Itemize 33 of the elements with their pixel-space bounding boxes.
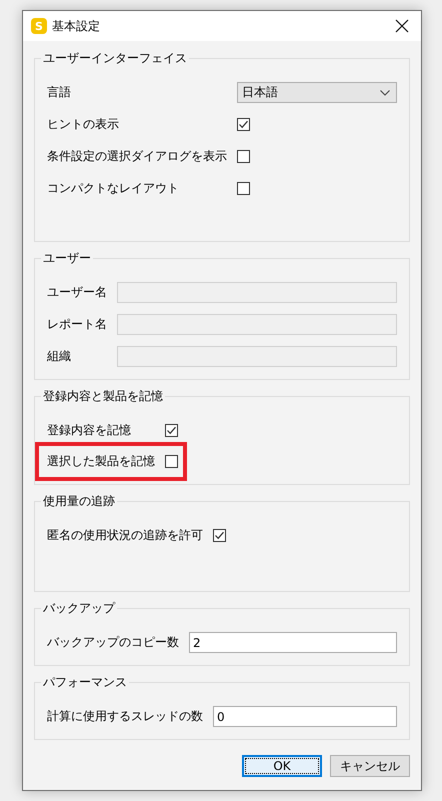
field-label: ヒントの表示 bbox=[47, 116, 120, 133]
group-title: バックアップ bbox=[42, 600, 116, 617]
checkbox[interactable] bbox=[237, 118, 250, 131]
input-field[interactable]: 2 bbox=[189, 632, 397, 653]
checkbox[interactable] bbox=[213, 529, 226, 542]
window-title: 基本設定 bbox=[52, 18, 101, 34]
field-label: ユーザー名 bbox=[47, 284, 107, 301]
checkbox[interactable] bbox=[237, 182, 250, 195]
close-icon[interactable] bbox=[395, 19, 409, 33]
field-label: バックアップのコピー数 bbox=[47, 634, 179, 651]
field-label: 登録内容を記憶 bbox=[47, 422, 132, 439]
checkbox[interactable] bbox=[165, 424, 178, 437]
field-label: 計算に使用するスレッドの数 bbox=[47, 708, 203, 725]
field-label: 組織 bbox=[47, 348, 72, 365]
field-label: 言語 bbox=[47, 84, 72, 101]
field-label: 匿名の使用状況の追跡を許可 bbox=[47, 527, 203, 544]
app-icon: S bbox=[31, 18, 47, 34]
dialog-button[interactable]: OK bbox=[242, 755, 322, 777]
group-title: ユーザーインターフェイス bbox=[42, 50, 188, 67]
checkbox[interactable] bbox=[237, 150, 250, 163]
field-label: 条件設定の選択ダイアログを表示 bbox=[47, 148, 227, 165]
checkbox[interactable] bbox=[165, 455, 178, 468]
field-label: レポート名 bbox=[47, 316, 107, 333]
group-title: パフォーマンス bbox=[42, 674, 128, 691]
language-dropdown[interactable]: 日本語 bbox=[237, 82, 397, 103]
dialog-button[interactable]: キャンセル bbox=[330, 755, 410, 777]
field-label: コンパクトなレイアウト bbox=[47, 180, 180, 197]
group-title: ユーザー bbox=[42, 250, 92, 267]
input-field[interactable]: 0 bbox=[213, 706, 397, 727]
group-title: 登録内容と製品を記憶 bbox=[42, 388, 164, 405]
group-title: 使用量の追跡 bbox=[42, 493, 116, 510]
field-label: 選択した製品を記憶 bbox=[47, 453, 155, 470]
chevron-icon bbox=[380, 90, 390, 96]
